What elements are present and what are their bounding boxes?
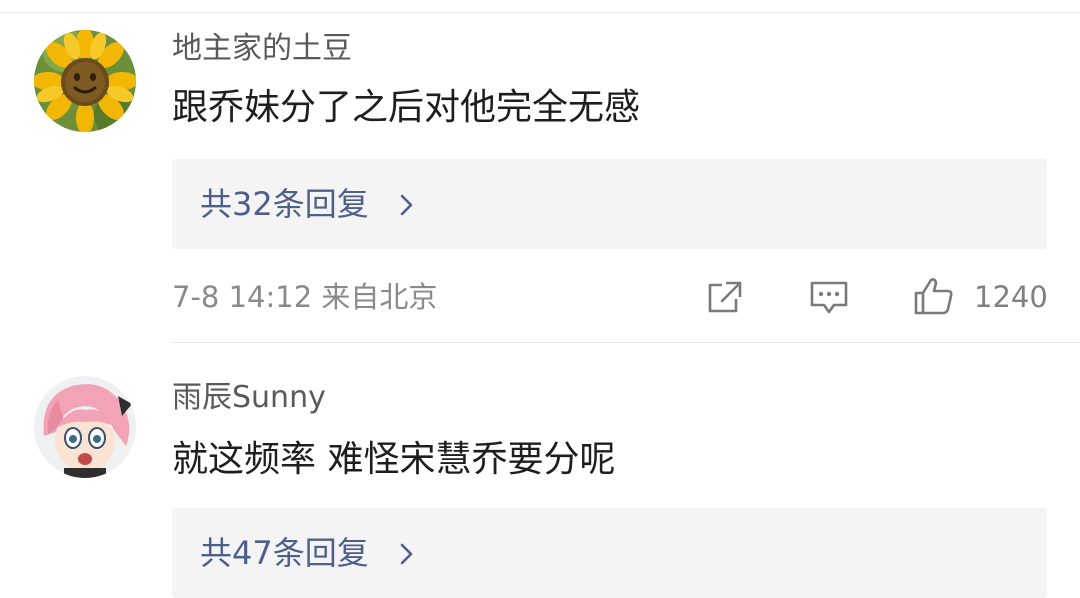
comment-text: 就这频率 难怪宋慧乔要分呢: [172, 439, 616, 480]
comment-icon[interactable]: [808, 279, 850, 317]
replies-count: 共32条回复: [200, 185, 369, 223]
anime-girl-avatar-icon: [34, 376, 136, 478]
user-avatar[interactable]: [34, 376, 136, 478]
chevron-right-icon: [400, 194, 413, 216]
comment-item: 雨辰Sunny 就这频率 难怪宋慧乔要分呢 共47条回复: [0, 340, 1080, 598]
like-count: 1240: [974, 280, 1048, 314]
comment-item: 地主家的土豆 跟乔妹分了之后对他完全无感 共32条回复 7-8 14:12 来自…: [0, 0, 1080, 340]
sunflower-avatar-icon: [34, 30, 136, 132]
replies-button[interactable]: 共32条回复: [172, 159, 1047, 249]
share-icon[interactable]: [704, 279, 744, 315]
user-avatar[interactable]: [34, 30, 136, 132]
chevron-right-icon: [400, 543, 413, 565]
like-icon[interactable]: [912, 275, 956, 317]
username[interactable]: 地主家的土豆: [172, 29, 352, 69]
comment-text: 跟乔妹分了之后对他完全无感: [172, 87, 641, 128]
username[interactable]: 雨辰Sunny: [172, 378, 326, 418]
replies-button[interactable]: 共47条回复: [172, 508, 1047, 598]
replies-count: 共47条回复: [200, 534, 369, 572]
timestamp-location: 7-8 14:12 来自北京: [172, 280, 438, 314]
